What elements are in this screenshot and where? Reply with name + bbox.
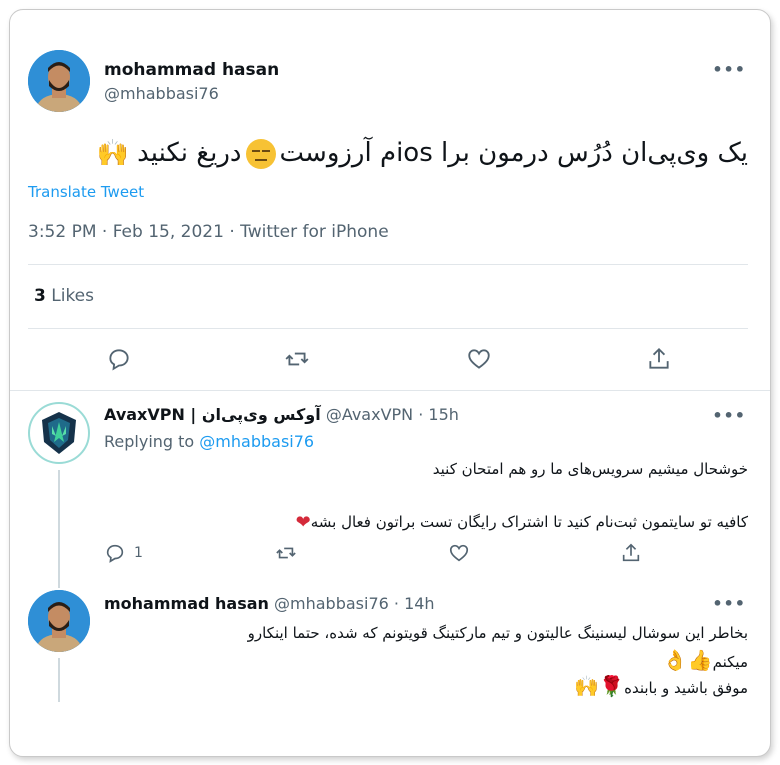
likes-label: Likes xyxy=(51,286,94,306)
tweet-card: mohammad hasan @mhabbasi76 ••• یک وی‌پی‌… xyxy=(9,9,771,757)
retweet-icon xyxy=(276,547,296,559)
reply2-line3: موفق باشید و بابنده🌹🙌 xyxy=(574,674,748,698)
reply2-avatar[interactable] xyxy=(28,590,90,652)
reply1-reply-button[interactable]: 1 xyxy=(104,542,143,564)
retweet-button[interactable] xyxy=(283,346,311,372)
reply-button[interactable] xyxy=(106,346,132,372)
tweet-timestamp[interactable]: 3:52 PM · Feb 15, 2021 · Twitter for iPh… xyxy=(28,222,389,242)
reply2-author-handle: @mhabbasi76 · 14h xyxy=(274,594,435,613)
reply2-line3-text: موفق باشید و بابنده xyxy=(624,679,748,697)
reply1-author-name: AvaxVPN | آوکس وی‌پی‌ان xyxy=(104,405,321,424)
reply1-like-button[interactable] xyxy=(448,542,470,564)
reply2-author-name: mohammad hasan xyxy=(104,594,269,613)
likes-number: 3 xyxy=(34,286,46,306)
reply2-line2: میکنم👍👌 xyxy=(663,648,748,672)
author-avatar[interactable] xyxy=(28,50,90,112)
heart-icon xyxy=(468,349,490,369)
reply2-line2-text: میکنم xyxy=(712,653,748,671)
author-handle[interactable]: @mhabbasi76 xyxy=(104,84,219,103)
replying-prefix: Replying to xyxy=(104,432,195,451)
tweet-text-part2: دریغ نکنید xyxy=(137,138,242,168)
author-name[interactable]: mohammad hasan xyxy=(104,60,279,80)
thread-line xyxy=(58,658,60,702)
reply1-more-button[interactable]: ••• xyxy=(712,406,746,425)
rose-icon: 🌹 xyxy=(599,674,625,698)
replying-to-handle[interactable]: @mhabbasi76 xyxy=(199,432,314,451)
thread-line xyxy=(58,470,60,588)
raised-hands-icon: 🙌 xyxy=(574,674,600,698)
thumbs-up-icon: 👍 xyxy=(687,648,713,672)
share-icon xyxy=(649,347,669,369)
reply2-more-button[interactable]: ••• xyxy=(712,594,746,613)
heart-icon xyxy=(449,544,469,562)
reply-icon xyxy=(109,349,129,371)
tweet-text: یک وی‌پی‌ان دُرُس درمون برا iosم آرزوست د… xyxy=(96,138,748,169)
reply1-line1: خوشحال میشیم سرویس‌های ما رو هم امتحان ک… xyxy=(432,460,748,478)
red-heart-icon: ❤ xyxy=(295,512,311,533)
reply-icon xyxy=(106,544,124,563)
divider xyxy=(28,264,748,265)
reply2-header[interactable]: mohammad hasan @mhabbasi76 · 14h xyxy=(104,594,435,613)
retweet-icon xyxy=(285,352,309,366)
avax-avatar[interactable] xyxy=(28,402,90,464)
reply1-line2-text: کافیه تو سایتمون ثبت‌نام کنید تا اشتراک … xyxy=(310,513,748,531)
reply1-share-button[interactable] xyxy=(620,542,642,564)
reply1-reply-count: 1 xyxy=(134,545,143,561)
share-icon xyxy=(622,543,640,562)
reply1-retweet-button[interactable] xyxy=(274,542,298,564)
divider xyxy=(28,328,748,329)
more-options-button[interactable]: ••• xyxy=(712,60,746,79)
like-button[interactable] xyxy=(466,346,492,372)
expressionless-face-icon xyxy=(245,138,276,169)
divider xyxy=(10,390,770,391)
translate-tweet-link[interactable]: Translate Tweet xyxy=(28,183,144,201)
raised-hands-icon: 🙌 xyxy=(96,138,129,169)
share-button[interactable] xyxy=(646,346,672,372)
likes-count[interactable]: 3 Likes xyxy=(34,286,94,306)
tweet-text-part1: یک وی‌پی‌ان دُرُس درمون برا iosم آرزوست xyxy=(279,138,749,168)
replying-to: Replying to @mhabbasi76 xyxy=(104,432,314,451)
reply1-header[interactable]: AvaxVPN | آوکس وی‌پی‌ان @AvaxVPN · 15h xyxy=(104,405,459,424)
reply2-line1: بخاطر این سوشال لیسنینگ عالیتون و تیم ما… xyxy=(247,624,748,642)
reply1-author-handle: @AvaxVPN · 15h xyxy=(325,405,459,424)
ok-hand-icon: 👌 xyxy=(662,648,688,672)
reply1-line2: کافیه تو سایتمون ثبت‌نام کنید تا اشتراک … xyxy=(290,512,748,533)
